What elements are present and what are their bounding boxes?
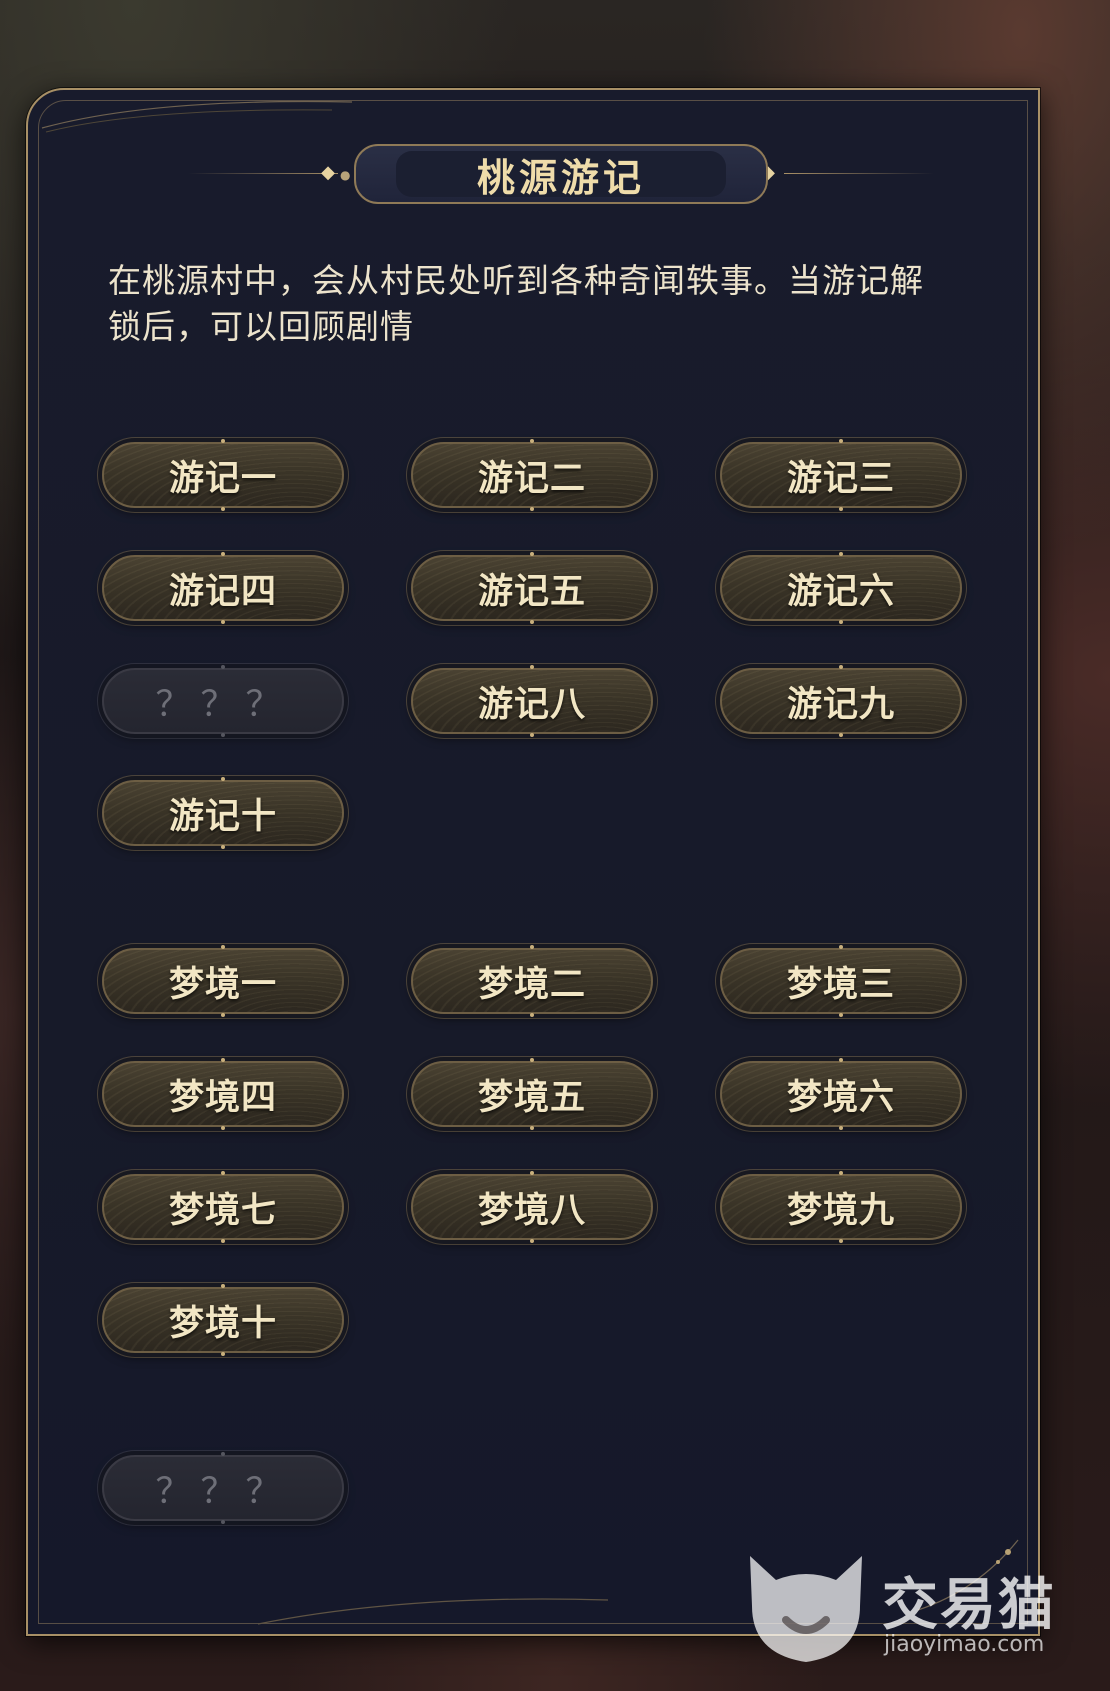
travel-note-button[interactable]: 游记二: [411, 439, 653, 511]
travel-note-button[interactable]: 游记八: [411, 665, 653, 737]
entry-label: 梦境九: [786, 1189, 895, 1231]
entry-label: 游记六: [786, 570, 895, 612]
dream-button[interactable]: 梦境二: [411, 945, 653, 1017]
entry-label: 梦境五: [477, 1076, 586, 1118]
entry-label: 游记九: [786, 683, 895, 725]
title-divider-right: [784, 173, 934, 174]
entry-label: 梦境七: [168, 1189, 277, 1231]
title-plate: 桃源游记: [354, 144, 768, 204]
dream-button[interactable]: 梦境八: [411, 1171, 653, 1243]
entry-label: 梦境三: [786, 963, 895, 1005]
entry-label: 游记十: [168, 795, 277, 837]
diamond-ornament-icon: ◆: [321, 162, 335, 183]
locked-entry-button[interactable]: ？？？: [102, 1452, 344, 1524]
story-log-panel: ◆ ◆ ●•• • • ••● 桃源游记 在桃源村中，会从村民处听到各种奇闻轶事…: [26, 88, 1040, 1636]
dream-button[interactable]: 梦境一: [102, 945, 344, 1017]
entry-label: 梦境十: [168, 1302, 277, 1344]
entry-label: 游记八: [477, 683, 586, 725]
entry-label: 游记二: [477, 457, 586, 499]
entry-label: 梦境二: [477, 963, 586, 1005]
entry-label: 梦境六: [786, 1076, 895, 1118]
corner-ornament-icon: [917, 1539, 1019, 1611]
dream-button[interactable]: 梦境五: [411, 1058, 653, 1130]
page-title: 桃源游记: [476, 154, 645, 200]
panel-description: 在桃源村中，会从村民处听到各种奇闻轶事。当游记解锁后，可以回顾剧情: [108, 261, 924, 346]
dream-button[interactable]: 梦境四: [102, 1058, 344, 1130]
travel-note-button[interactable]: 游记一: [102, 439, 344, 511]
travel-note-button[interactable]: 游记九: [720, 665, 962, 737]
travel-note-button[interactable]: 游记十: [102, 777, 344, 849]
dream-button[interactable]: 梦境六: [720, 1058, 962, 1130]
dream-button[interactable]: 梦境三: [720, 945, 962, 1017]
dream-button[interactable]: 梦境七: [102, 1171, 344, 1243]
travel-note-button[interactable]: 游记三: [720, 439, 962, 511]
travel-note-button[interactable]: 游记五: [411, 552, 653, 624]
entry-label: 梦境八: [477, 1189, 586, 1231]
entry-label: ？？？: [155, 1471, 291, 1512]
entry-label: 游记五: [477, 570, 586, 612]
entry-label: 游记三: [786, 457, 895, 499]
entry-label: 梦境四: [168, 1076, 277, 1118]
entry-label: 梦境一: [168, 963, 277, 1005]
title-divider-left: [188, 173, 338, 174]
corner-ornament-icon: [41, 100, 353, 133]
entry-label: ？？？: [155, 684, 291, 725]
corner-ornament-icon: [258, 1598, 609, 1625]
travel-note-button[interactable]: 游记四: [102, 552, 344, 624]
entry-label: 游记四: [168, 570, 277, 612]
dream-button[interactable]: 梦境九: [720, 1171, 962, 1243]
entry-label: 游记一: [168, 457, 277, 499]
travel-note-button[interactable]: 游记六: [720, 552, 962, 624]
dream-button[interactable]: 梦境十: [102, 1284, 344, 1356]
locked-travel-note-button[interactable]: ？？？: [102, 665, 344, 737]
